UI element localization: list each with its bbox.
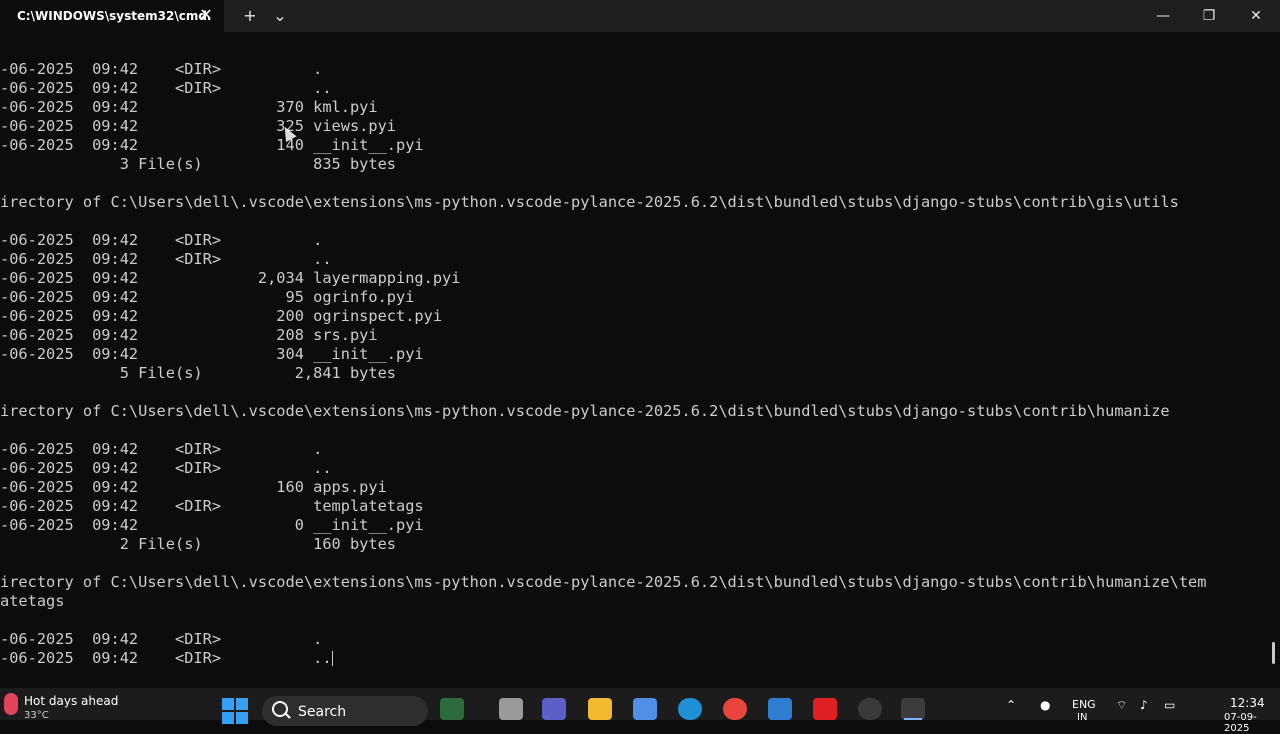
battery-icon[interactable]: ▭ <box>1164 698 1175 712</box>
stock-widget-icon[interactable] <box>440 698 464 720</box>
search-icon <box>272 701 288 717</box>
terminal-icon[interactable] <box>901 698 925 720</box>
console-line-text: -06-2025 09:42 <DIR> .. <box>0 649 332 667</box>
text-cursor <box>331 651 333 666</box>
console-line: -06-2025 09:42 304 __init__.pyi <box>0 345 424 363</box>
weather-title: Hot days ahead <box>24 694 119 708</box>
close-button[interactable]: ✕ <box>1233 0 1279 32</box>
microphone-icon[interactable]: ● <box>1040 698 1050 712</box>
console-line: -06-2025 09:42 2,034 layermapping.pyi <box>0 269 461 287</box>
console-line: -06-2025 09:42 <DIR> .. <box>0 79 332 97</box>
chrome-icon[interactable] <box>723 698 747 720</box>
windows-logo-icon-pane <box>222 712 234 724</box>
windows-logo-icon <box>222 698 234 710</box>
console-line: -06-2025 09:42 160 apps.pyi <box>0 478 387 496</box>
taskbar: Hot days ahead 33°C Search ⌃ ● ENG IN ⌔ … <box>0 688 1280 734</box>
youtube-icon[interactable] <box>813 698 837 720</box>
console-line: -06-2025 09:42 <DIR> . <box>0 231 323 249</box>
console-line: 5 File(s) 2,841 bytes <box>0 364 397 382</box>
wifi-icon[interactable]: ⌔ <box>1116 698 1127 713</box>
store-icon[interactable] <box>633 698 657 720</box>
console-line: irectory of C:\Users\dell\.vscode\extens… <box>0 573 1207 591</box>
chevron-up-icon[interactable]: ⌃ <box>1006 698 1016 712</box>
console-line: -06-2025 09:42 <DIR> .. <box>0 459 332 477</box>
weather-icon <box>4 693 18 715</box>
minimize-button[interactable]: — <box>1140 0 1186 32</box>
title-bar: C:\WINDOWS\system32\cmd. ✕ + ⌄ — ❐ ✕ <box>0 0 1280 32</box>
console-line: -06-2025 09:42 208 srs.pyi <box>0 326 378 344</box>
console-line: irectory of C:\Users\dell\.vscode\extens… <box>0 193 1179 211</box>
console-line: -06-2025 09:42 <DIR> . <box>0 60 323 78</box>
file-explorer-icon[interactable] <box>588 698 612 720</box>
restore-button[interactable]: ❐ <box>1186 0 1232 32</box>
clock-time[interactable]: 12:34 <box>1230 696 1265 710</box>
app-icon[interactable] <box>768 698 792 720</box>
task-view-icon[interactable] <box>499 698 523 720</box>
windows-logo-icon-pane <box>236 712 248 724</box>
region-indicator: IN <box>1077 712 1088 723</box>
console-line: -06-2025 09:42 325 views.pyi <box>0 117 397 135</box>
app-icon-2[interactable] <box>858 698 882 720</box>
language-indicator[interactable]: ENG <box>1072 698 1096 711</box>
edge-icon[interactable] <box>678 698 702 720</box>
console-line: 3 File(s) 835 bytes <box>0 155 397 173</box>
clock-date[interactable]: 07-09-2025 <box>1224 712 1280 734</box>
taskbar-search[interactable]: Search <box>262 696 428 726</box>
console-line-current: -06-2025 09:42 <DIR> .. <box>0 649 333 668</box>
windows-logo-icon-pane <box>236 698 248 710</box>
start-button[interactable] <box>222 698 248 724</box>
new-tab-button[interactable]: + <box>238 4 262 28</box>
tab-cmd[interactable]: C:\WINDOWS\system32\cmd. ✕ <box>0 0 224 32</box>
console-line: -06-2025 09:42 95 ogrinfo.pyi <box>0 288 415 306</box>
tab-title: C:\WINDOWS\system32\cmd. <box>17 9 212 23</box>
console-line: -06-2025 09:42 <DIR> . <box>0 440 323 458</box>
console-line: -06-2025 09:42 <DIR> . <box>0 630 323 648</box>
weather-temp: 33°C <box>24 710 49 721</box>
console-line: -06-2025 09:42 200 ogrinspect.pyi <box>0 307 443 325</box>
teams-icon[interactable] <box>542 698 566 720</box>
volume-icon[interactable]: ♪ <box>1140 698 1148 712</box>
console-line: irectory of C:\Users\dell\.vscode\extens… <box>0 402 1170 420</box>
search-label: Search <box>298 704 347 720</box>
console-output[interactable]: -06-2025 09:42 <DIR> . -06-2025 09:42 <D… <box>0 32 1280 688</box>
console-line: -06-2025 09:42 <DIR> templatetags <box>0 497 424 515</box>
console-line: -06-2025 09:42 140 __init__.pyi <box>0 136 424 154</box>
tab-close-icon[interactable]: ✕ <box>198 5 214 25</box>
console-line: -06-2025 09:42 370 kml.pyi <box>0 98 378 116</box>
console-line: -06-2025 09:42 0 __init__.pyi <box>0 516 424 534</box>
scrollbar-thumb[interactable] <box>1272 642 1275 664</box>
console-line: -06-2025 09:42 <DIR> .. <box>0 250 332 268</box>
console-line: atetags <box>0 592 65 610</box>
tab-dropdown-icon[interactable]: ⌄ <box>268 4 292 28</box>
console-line: 2 File(s) 160 bytes <box>0 535 397 553</box>
